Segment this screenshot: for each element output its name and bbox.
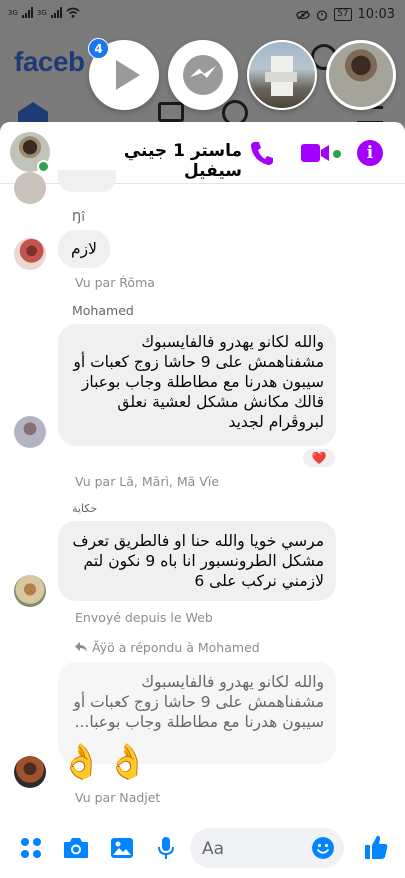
message-line: لازمني نركب على 6 <box>194 572 324 590</box>
message-line: والله لكانو يهدرو فالفايسبوك <box>141 333 324 351</box>
signal-label-1: 3G <box>8 8 18 17</box>
message-sender: Mohamed <box>72 303 134 318</box>
gallery-icon[interactable] <box>110 837 134 859</box>
battery-icon: 57 <box>334 8 352 21</box>
message-sender: حكاية <box>72 502 98 515</box>
eye-off-icon <box>296 9 310 20</box>
building-photo-detail <box>265 72 297 82</box>
message-list[interactable]: Ŋî لازم Vu par Ŕõma Mohamed والله لكانو … <box>0 170 405 814</box>
seen-receipt: Vu par Ŕõma <box>75 275 155 290</box>
message-line: مرسي خويا والله حنا او فالطريق تعرف <box>72 532 324 550</box>
seen-receipt: Vu par Nadjet <box>75 790 161 805</box>
reaction-badge[interactable]: ❤️ <box>301 447 337 469</box>
play-icon <box>116 60 140 90</box>
camera-icon[interactable] <box>63 837 89 859</box>
seen-receipt: Vu par Lã, Mãrì, Mã Vïe <box>75 474 220 489</box>
message-bubble[interactable]: مرسي خويا والله حنا او فالطريق تعرف مشكل… <box>58 521 336 601</box>
message-line: لبروڤرام لجديد <box>228 413 324 431</box>
alarm-icon <box>316 9 328 21</box>
wifi-icon <box>66 7 80 18</box>
message-line: مشكل الطرونسبور انا باه 9 نكون لتم <box>83 552 324 570</box>
message-composer: Aa <box>0 814 405 878</box>
avatar[interactable] <box>14 416 46 448</box>
status-bar: 3G 3G 57 10:03 <box>0 0 405 30</box>
video-call-icon[interactable] <box>300 142 330 164</box>
clock: 10:03 <box>357 7 395 22</box>
home-icon <box>18 102 48 124</box>
marketplace-icon <box>158 102 184 122</box>
reply-icon <box>75 642 87 652</box>
quoted-line: والله لكانو يهدرو فالفايسبوك <box>141 673 324 691</box>
messenger-chat-head[interactable] <box>168 40 238 110</box>
avatar[interactable] <box>14 575 46 607</box>
group-chat-head[interactable] <box>247 40 317 110</box>
message-bubble[interactable]: والله لكانو يهدرو فالفايسبوك مشفناهمش عل… <box>58 324 336 446</box>
signal-icon <box>50 7 62 18</box>
ok-hand-emoji[interactable]: 👌👌 <box>60 742 153 782</box>
heart-icon: ❤️ <box>311 451 327 465</box>
info-icon[interactable]: i <box>357 140 383 166</box>
sent-from-web: Envoyé depuis le Web <box>75 610 213 625</box>
message-input-placeholder: Aa <box>202 839 225 859</box>
contact-chat-head[interactable] <box>326 40 396 110</box>
phone-icon[interactable] <box>250 140 274 166</box>
message-line: مشفناهمش على 9 حاشا زوج كعبات أو <box>73 353 324 371</box>
message-sender: Ŋî <box>72 209 85 224</box>
unread-badge: 4 <box>88 38 109 59</box>
message-input[interactable]: Aa <box>190 828 344 868</box>
quoted-line: مشفناهمش على 9 حاشا زوج كعبات أو <box>73 693 324 711</box>
messenger-icon <box>183 55 223 95</box>
quoted-line: سيبون هدرنا مع مطاطلة وجاب بوعبا... <box>74 713 324 731</box>
thumbs-up-icon[interactable] <box>364 834 388 860</box>
apps-icon[interactable] <box>20 837 42 859</box>
avatar <box>14 172 46 204</box>
online-indicator <box>37 160 50 173</box>
message-bubble[interactable]: لازم <box>58 230 110 268</box>
message-line: سيبون هدرنا مع مطاطلة وجاب بوعباز <box>81 373 324 391</box>
message-bubble-partial <box>58 170 116 192</box>
avatar[interactable] <box>14 756 46 788</box>
reply-header: Ăÿö a répondu à Mohamed <box>92 640 260 655</box>
signal-label-2: 3G <box>36 8 47 17</box>
avatar[interactable] <box>14 238 46 270</box>
emoji-icon[interactable] <box>312 837 334 859</box>
microphone-icon[interactable] <box>157 836 175 860</box>
facebook-logo: faceb <box>14 46 85 77</box>
message-line: قالك مكانش مشكل لعشية نعلق <box>117 393 324 411</box>
video-active-dot <box>333 150 341 158</box>
signal-icon <box>21 7 33 18</box>
